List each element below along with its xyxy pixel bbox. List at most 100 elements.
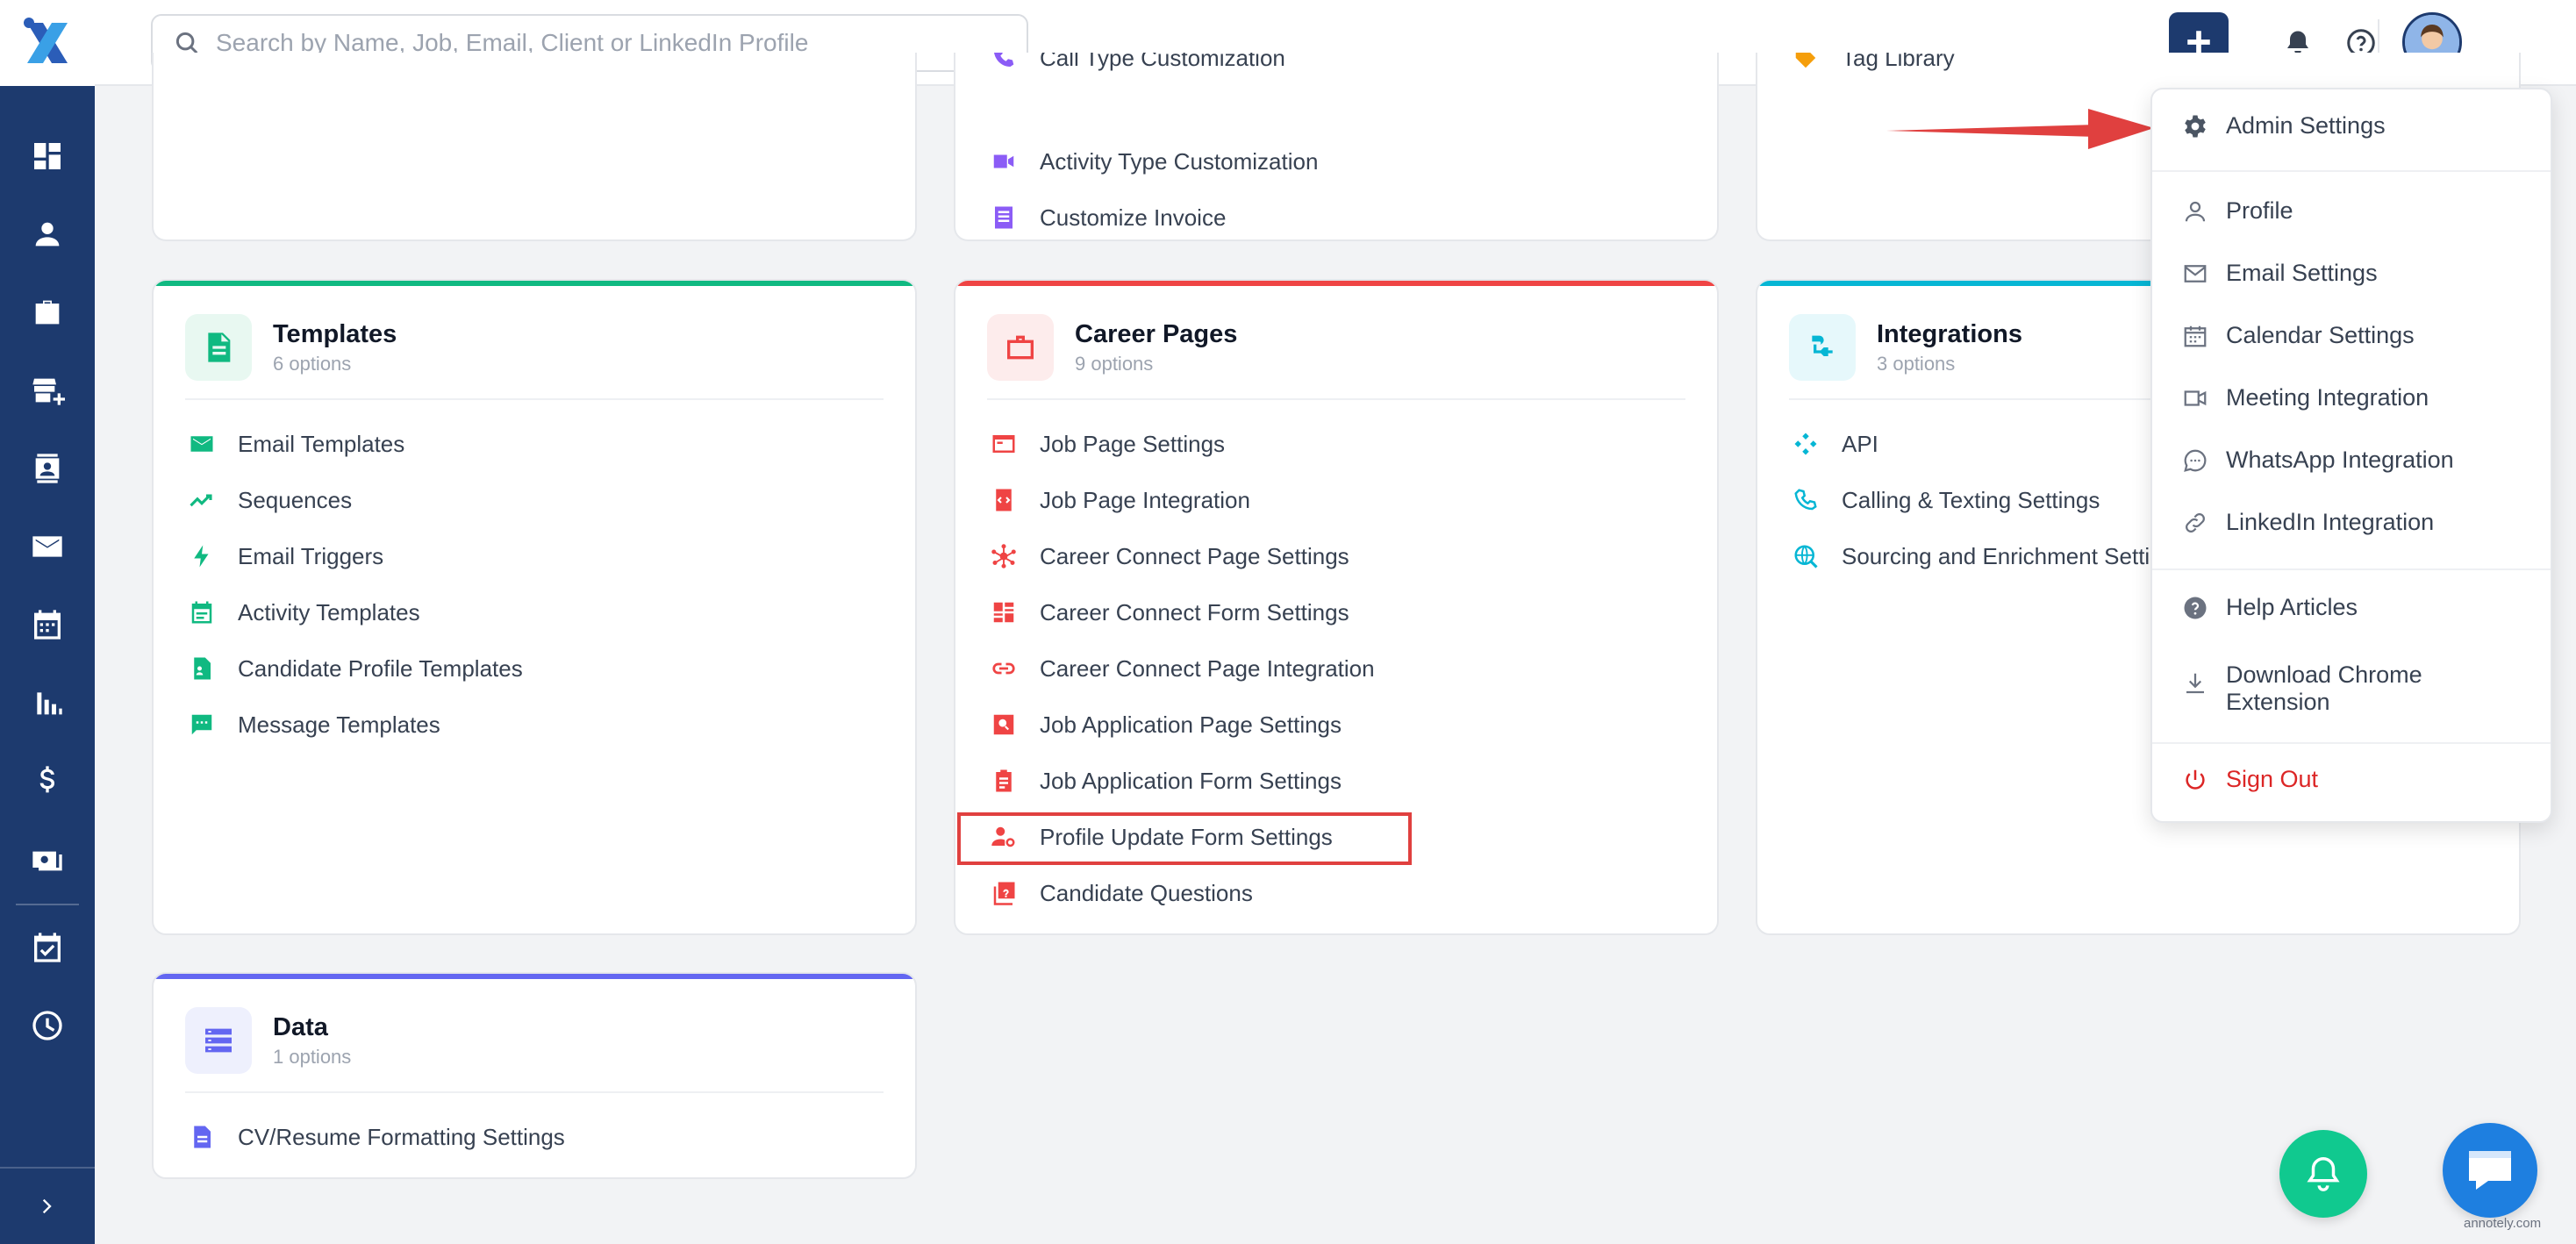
option-email-triggers[interactable]: Email Triggers <box>189 537 383 576</box>
menu-item-sign-out[interactable]: Sign Out <box>2182 766 2318 793</box>
option-label: Job Page Integration <box>1040 486 1250 513</box>
menu-item-label: Download Chrome Extension <box>2226 661 2422 715</box>
chevron-right-icon <box>42 1198 52 1214</box>
option-label: Call Type Customization <box>1040 53 1285 71</box>
option-candidate-questions[interactable]: Candidate Questions <box>991 874 1253 912</box>
contacts-icon[interactable] <box>26 447 68 490</box>
dollar-icon[interactable] <box>26 760 68 802</box>
option-job-application-page-settings[interactable]: Job Application Page Settings <box>991 705 1342 744</box>
download-icon <box>2186 673 2204 694</box>
calendar-icon <box>191 601 212 624</box>
menu-divider <box>2152 170 2551 172</box>
partial-card-middle: Call Type Customization Activity Type Cu… <box>954 53 1719 241</box>
store-add-icon[interactable] <box>26 369 68 411</box>
help-icon <box>2184 597 2207 618</box>
person-icon[interactable] <box>26 213 68 255</box>
option-tag-library[interactable]: Tag Library <box>1792 53 1955 77</box>
mail-icon[interactable] <box>26 525 68 568</box>
arrow-annotation <box>1886 109 2154 149</box>
clock-icon[interactable] <box>26 1004 68 1047</box>
code-doc-icon <box>996 489 1012 511</box>
option-label: Candidate Questions <box>1040 879 1253 906</box>
briefcase-icon <box>987 314 1054 381</box>
card-subtitle: 1 options <box>273 1045 352 1068</box>
profile-doc-icon <box>194 657 211 680</box>
option-cv-resume-formatting[interactable]: CV/Resume Formatting Settings <box>189 1118 565 1156</box>
option-label: Job Page Settings <box>1040 430 1226 457</box>
sidebar-expand-button[interactable] <box>0 1167 95 1244</box>
option-job-application-form-settings[interactable]: Job Application Form Settings <box>991 761 1342 800</box>
briefcase-icon[interactable] <box>26 291 68 333</box>
card-header: Integrations 3 options <box>1789 314 2022 381</box>
app-logo[interactable] <box>0 0 95 86</box>
option-label: API <box>1842 430 1878 457</box>
menu-item-profile[interactable]: Profile <box>2182 197 2293 225</box>
task-icon[interactable] <box>26 926 68 969</box>
option-career-connect-form-settings[interactable]: Career Connect Form Settings <box>991 593 1349 632</box>
option-job-page-settings[interactable]: Job Page Settings <box>991 425 1225 463</box>
option-candidate-profile-templates[interactable]: Candidate Profile Templates <box>189 649 523 688</box>
payments-icon[interactable] <box>26 838 68 880</box>
integration-icon <box>1789 314 1856 381</box>
card-subtitle: 6 options <box>273 352 352 375</box>
card-title: Career Pages <box>1075 319 1238 348</box>
hub-icon <box>991 544 1016 568</box>
card-subtitle: 9 options <box>1075 352 1154 375</box>
menu-item-admin-settings[interactable]: Admin Settings <box>2182 112 2386 139</box>
menu-item-calendar-settings[interactable]: Calendar Settings <box>2182 322 2415 349</box>
option-email-templates[interactable]: Email Templates <box>189 425 404 463</box>
option-sequences[interactable]: Sequences <box>189 481 352 519</box>
chat-bubble-icon <box>2184 449 2207 472</box>
option-api[interactable]: API <box>1792 425 1878 463</box>
option-customize-invoice[interactable]: Customize Invoice <box>991 198 1226 237</box>
option-career-connect-page-settings[interactable]: Career Connect Page Settings <box>991 537 1349 576</box>
option-sourcing-enrichment[interactable]: Sourcing and Enrichment Settings <box>1792 537 2186 576</box>
menu-item-whatsapp-integration[interactable]: WhatsApp Integration <box>2182 447 2454 474</box>
highlight-annotation <box>957 812 1412 865</box>
option-label: CV/Resume Formatting Settings <box>238 1123 565 1150</box>
option-calling-texting[interactable]: Calling & Texting Settings <box>1792 481 2100 519</box>
api-icon <box>1794 433 1817 455</box>
mail-icon <box>2184 264 2207 282</box>
person-icon <box>2185 201 2206 221</box>
menu-item-help-articles[interactable]: Help Articles <box>2182 594 2358 621</box>
option-label: Job Application Form Settings <box>1040 767 1342 794</box>
card-title: Integrations <box>1877 319 2022 348</box>
clipboard-icon <box>996 769 1012 792</box>
option-label: Job Application Page Settings <box>1040 711 1342 738</box>
menu-item-meeting-integration[interactable]: Meeting Integration <box>2182 384 2429 411</box>
calendar-icon[interactable] <box>26 604 68 646</box>
link-icon <box>992 662 1015 675</box>
option-career-connect-page-integration[interactable]: Career Connect Page Integration <box>991 649 1375 688</box>
option-message-templates[interactable]: Message Templates <box>189 705 440 744</box>
option-label: Calling & Texting Settings <box>1842 486 2100 513</box>
menu-item-label: Meeting Integration <box>2226 384 2429 411</box>
menu-item-linkedin-integration[interactable]: LinkedIn Integration <box>2182 509 2434 536</box>
notification-fab-button[interactable] <box>2279 1130 2367 1218</box>
phone-icon <box>1794 489 1817 511</box>
chat-fab-button[interactable] <box>2443 1123 2537 1218</box>
card-header: Career Pages 9 options <box>987 314 1237 381</box>
data-card: Data 1 options CV/Resume Formatting Sett… <box>152 972 917 1179</box>
page-search-icon <box>993 714 1014 735</box>
reports-icon[interactable] <box>26 682 68 724</box>
templates-card: Templates 6 options Email Templates Sequ… <box>152 279 917 935</box>
menu-item-email-settings[interactable]: Email Settings <box>2182 260 2378 287</box>
dashboard-icon[interactable] <box>26 135 68 177</box>
menu-item-download-chrome-extension[interactable]: Download Chrome Extension <box>2182 661 2422 716</box>
form-icon <box>993 602 1014 623</box>
phone-icon <box>994 53 1014 67</box>
card-divider <box>185 398 884 400</box>
invoice-icon <box>995 206 1013 229</box>
option-activity-templates[interactable]: Activity Templates <box>189 593 420 632</box>
watermark-text: annotely.com <box>2464 1216 2542 1231</box>
option-call-type[interactable]: Call Type Customization <box>991 53 1285 77</box>
menu-item-label: LinkedIn Integration <box>2226 509 2435 535</box>
video-icon <box>993 154 1014 168</box>
menu-item-label: WhatsApp Integration <box>2226 447 2454 473</box>
menu-item-label: Calendar Settings <box>2226 322 2415 348</box>
option-label: Activity Type Customization <box>1040 147 1319 175</box>
menu-item-label: Email Settings <box>2226 260 2378 286</box>
option-activity-type[interactable]: Activity Type Customization <box>991 142 1318 181</box>
option-job-page-integration[interactable]: Job Page Integration <box>991 481 1250 519</box>
